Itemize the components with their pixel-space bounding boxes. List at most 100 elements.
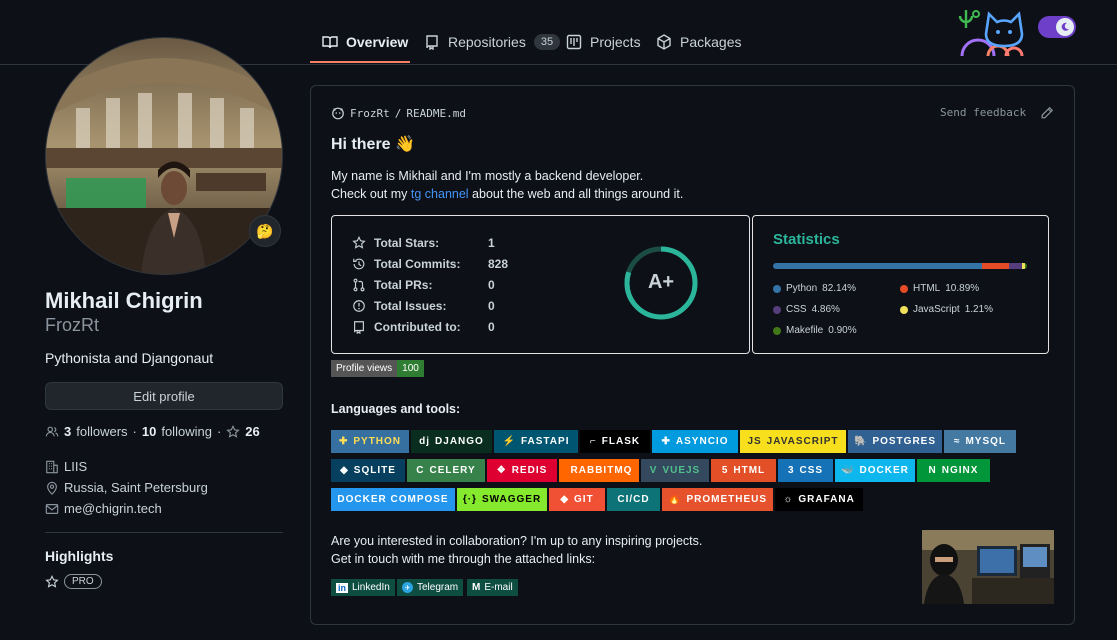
path-separator: / (394, 106, 402, 120)
edit-profile-button[interactable]: Edit profile (45, 382, 283, 410)
badge-label: RABBITMQ (570, 465, 633, 476)
html5-icon: 5 (721, 465, 729, 476)
readme-file-link[interactable]: README.md (406, 107, 466, 120)
followers-count[interactable]: 3 (64, 424, 71, 439)
hacker-photo (922, 530, 1054, 604)
language-dot (773, 326, 781, 335)
language-item: CSS 4.86% (773, 304, 840, 315)
tab-packages[interactable]: Packages (656, 22, 741, 62)
tab-repositories-label: Repositories (448, 34, 526, 50)
badge-git: ◆ GIT (549, 488, 605, 511)
badge-label: JAVASCRIPT (766, 436, 839, 447)
language-item: Python 82.14% (773, 283, 856, 294)
telegram-link[interactable]: ✈ Telegram (397, 579, 464, 596)
people-icon (45, 426, 59, 436)
badge-label: CELERY (429, 465, 476, 476)
languages-title: Statistics (773, 231, 840, 248)
badge-docker: 🐳 DOCKER (835, 459, 915, 482)
badge-label: PYTHON (353, 436, 402, 447)
language-name: HTML (913, 283, 941, 294)
pro-highlight: PRO (45, 574, 102, 589)
badge-redis: ❖ REDIS (487, 459, 557, 482)
profile-email[interactable]: me@chigrin.tech (45, 501, 162, 516)
tools-title: Languages and tools: (331, 402, 461, 416)
badge-label: FLASK (601, 436, 641, 447)
mysql-icon: ≈ (953, 436, 961, 447)
badge-python: ✚ PYTHON (331, 430, 409, 453)
stat-row: Total Issues: 0 (352, 299, 495, 313)
language-item: HTML 10.89% (900, 283, 979, 294)
intro-line-2: Check out my tg channel about the web an… (331, 185, 683, 203)
readme-intro: My name is Mikhail and I'm mostly a back… (331, 167, 683, 203)
link-label: Telegram (417, 582, 459, 593)
fastapi-icon: ⚡ (502, 436, 516, 447)
readme-greeting: Hi there 👋 (331, 136, 415, 153)
following-count[interactable]: 10 (142, 424, 156, 439)
location-text: Russia, Saint Petersburg (64, 480, 208, 495)
send-feedback-link[interactable]: Send feedback (940, 106, 1026, 119)
tab-overview-label: Overview (346, 34, 409, 50)
tab-projects[interactable]: Projects (566, 22, 641, 62)
tab-overview[interactable]: Overview (322, 22, 408, 62)
tab-projects-label: Projects (590, 34, 641, 50)
badge-label: HTML (733, 465, 766, 476)
collab-line-2: Get in touch with me through the attache… (331, 552, 596, 566)
badge-label: PROMETHEUS (686, 494, 767, 505)
status-emoji-button[interactable]: 🤔 (249, 215, 281, 247)
javascript-icon: JS (747, 436, 762, 447)
email-contact-link[interactable]: M E-mail (467, 579, 518, 596)
avatar-photo (46, 38, 282, 274)
telegram-icon: ✈ (402, 582, 413, 593)
sidebar-divider (45, 532, 283, 533)
intro-line-2-end: about the web and all things around it. (468, 187, 684, 201)
badge-label: ASYNCIO (675, 436, 729, 447)
avatar[interactable] (45, 37, 283, 275)
following-label[interactable]: following (161, 424, 212, 439)
star-icon (226, 424, 240, 438)
linkedin-link[interactable]: in LinkedIn (331, 579, 395, 596)
location-icon (47, 481, 57, 495)
grade-text: A+ (647, 271, 675, 293)
gmail-icon: M (472, 582, 481, 593)
language-dot (900, 284, 908, 293)
badge-mysql: ≈ MYSQL (944, 430, 1016, 453)
stat-row: Total Stars: 1 (352, 236, 495, 250)
language-bar-segment (1024, 263, 1027, 269)
edit-readme-button[interactable] (1040, 106, 1054, 120)
badge-label: GIT (574, 494, 594, 505)
followers-label[interactable]: followers (76, 424, 127, 439)
badge-label: GRAFANA (798, 494, 855, 505)
readme-path: FrozRt / README.md (331, 106, 466, 120)
language-percent: 1.21% (964, 304, 994, 315)
language-percent: 10.89% (945, 283, 980, 294)
stat-value: 0 (488, 299, 495, 313)
company-name: LIIS (64, 459, 88, 474)
language-bar-segment (981, 263, 1010, 269)
dot-separator: · (132, 424, 137, 439)
tab-repositories[interactable]: Repositories 35 (424, 22, 561, 62)
stat-label: Total Issues: (374, 299, 447, 313)
follow-stats: 3 followers · 10 following · 26 (45, 424, 260, 439)
tg-channel-link[interactable]: tg channel (411, 187, 469, 201)
language-dot (773, 305, 781, 314)
repositories-counter: 35 (533, 34, 561, 50)
language-bar-segment (1009, 263, 1022, 269)
language-name: JavaScript (913, 304, 960, 315)
postgres-icon: 🐘 (853, 436, 868, 447)
badge-grafana: ☼ GRAFANA (775, 488, 863, 511)
octocat-mark-icon (956, 6, 1036, 60)
badge-celery: C CELERY (407, 459, 485, 482)
email-link[interactable]: me@chigrin.tech (64, 501, 162, 516)
readme-owner-link[interactable]: FrozRt (350, 107, 390, 120)
pro-badge: PRO (64, 574, 102, 589)
badge-fastapi: ⚡ FASTAPI (494, 430, 578, 453)
stat-value: 0 (488, 278, 495, 292)
tab-packages-label: Packages (680, 34, 742, 50)
badge-label: FASTAPI (520, 436, 570, 447)
stars-count[interactable]: 26 (245, 424, 259, 439)
theme-toggle[interactable] (1038, 16, 1076, 38)
stat-value: 1 (488, 236, 495, 250)
stat-label: Total PRs: (374, 278, 433, 292)
language-name: CSS (786, 304, 807, 315)
badge-label: MYSQL (965, 436, 1007, 447)
